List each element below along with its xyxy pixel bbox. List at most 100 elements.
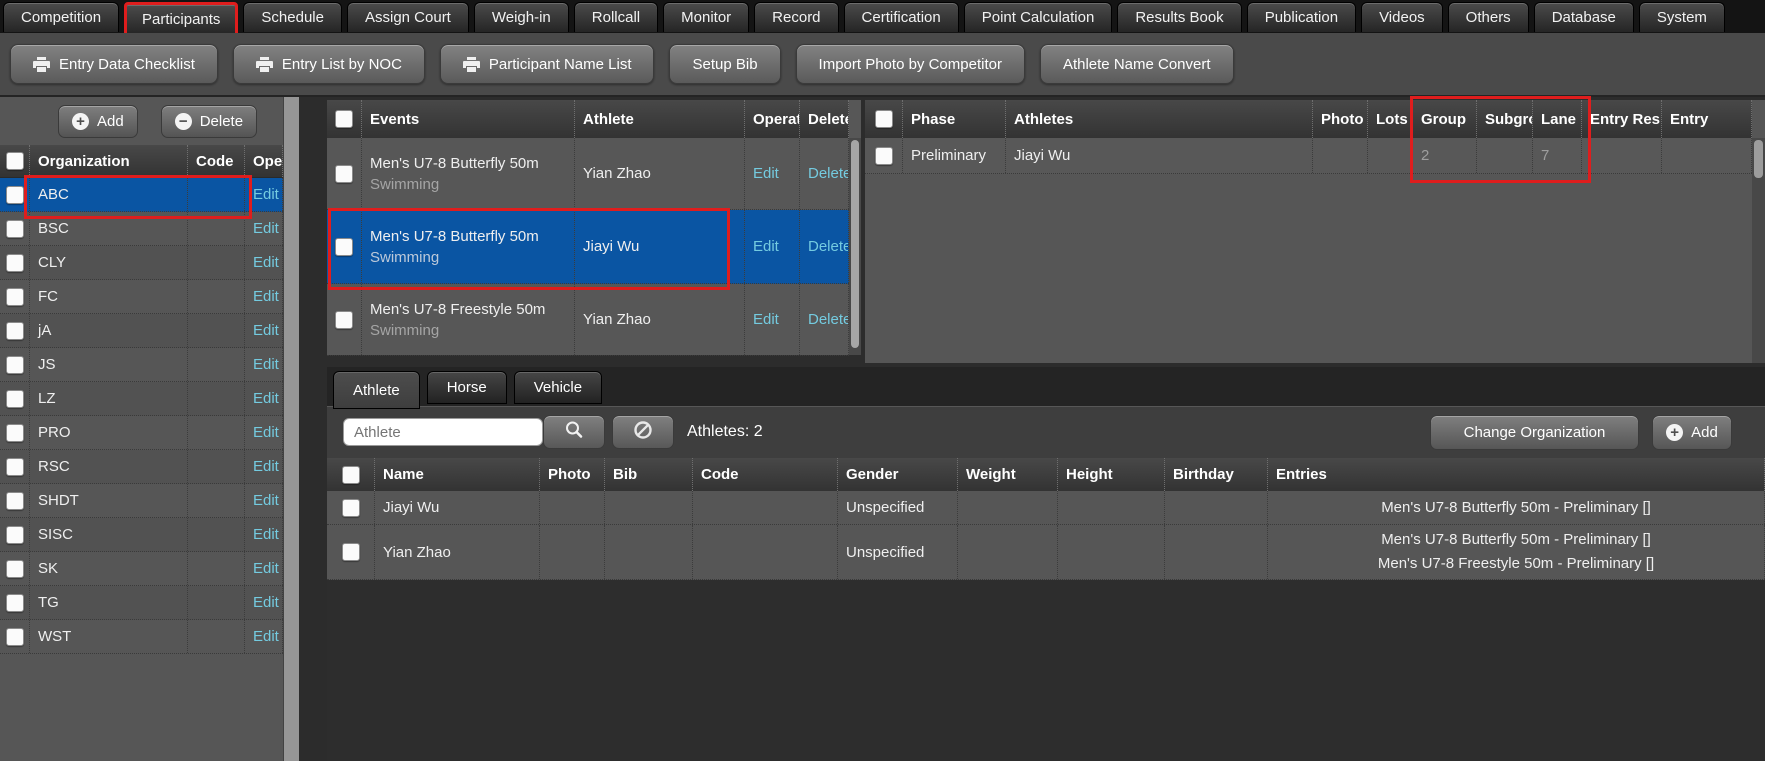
edit-link[interactable]: Edit [753, 311, 779, 328]
org-row-js[interactable]: JS Edit [0, 348, 283, 382]
row-checkbox[interactable] [6, 220, 24, 238]
search-button[interactable] [543, 415, 605, 449]
tab-record[interactable]: Record [754, 2, 838, 32]
scrollbar-thumb[interactable] [851, 140, 859, 348]
row-checkbox[interactable] [335, 165, 353, 183]
org-row-pro[interactable]: PRO Edit [0, 416, 283, 450]
organization-scrollbar[interactable] [283, 97, 299, 761]
scrollbar-thumb[interactable] [1754, 140, 1763, 178]
add-organization-button[interactable]: + Add [58, 105, 138, 138]
select-all-checkbox[interactable] [342, 466, 360, 484]
row-checkbox[interactable] [335, 238, 353, 256]
event-row-selected[interactable]: Men's U7-8 Butterfly 50m Swimming Jiayi … [327, 210, 849, 284]
tab-vehicle[interactable]: Vehicle [514, 371, 602, 404]
row-checkbox[interactable] [342, 499, 360, 517]
row-checkbox[interactable] [875, 147, 893, 165]
row-checkbox[interactable] [6, 254, 24, 272]
tab-athlete[interactable]: Athlete [333, 371, 420, 409]
tab-horse[interactable]: Horse [427, 371, 507, 404]
tab-point-calculation[interactable]: Point Calculation [964, 2, 1113, 32]
tab-participants[interactable]: Participants [124, 2, 238, 33]
edit-link[interactable]: Edit [253, 254, 279, 271]
athlete-name-convert-button[interactable]: Athlete Name Convert [1040, 44, 1234, 84]
select-all-checkbox[interactable] [6, 152, 24, 170]
clear-search-button[interactable] [612, 415, 674, 449]
edit-link[interactable]: Edit [253, 526, 279, 543]
tab-competition[interactable]: Competition [3, 2, 119, 32]
edit-link[interactable]: Edit [253, 628, 279, 645]
row-checkbox[interactable] [342, 543, 360, 561]
org-row-shdt[interactable]: SHDT Edit [0, 484, 283, 518]
entry-list-by-noc-button[interactable]: Entry List by NOC [233, 44, 425, 84]
edit-link[interactable]: Edit [753, 165, 779, 182]
phase-scrollbar[interactable] [1752, 138, 1765, 363]
tab-monitor[interactable]: Monitor [663, 2, 749, 32]
import-photo-by-competitor-button[interactable]: Import Photo by Competitor [796, 44, 1025, 84]
select-all-checkbox[interactable] [875, 110, 893, 128]
event-row[interactable]: Men's U7-8 Freestyle 50m Swimming Yian Z… [327, 284, 849, 356]
tab-others[interactable]: Others [1448, 2, 1529, 32]
participant-name-list-button[interactable]: Participant Name List [440, 44, 655, 84]
org-row-rsc[interactable]: RSC Edit [0, 450, 283, 484]
delete-link[interactable]: Delete [808, 238, 849, 255]
row-checkbox[interactable] [6, 458, 24, 476]
delete-organization-button[interactable]: − Delete [161, 105, 257, 138]
edit-link[interactable]: Edit [253, 356, 279, 373]
org-row-fc[interactable]: FC Edit [0, 280, 283, 314]
athlete-row[interactable]: Yian Zhao Unspecified Men's U7-8 Butterf… [327, 525, 1765, 580]
row-checkbox[interactable] [6, 390, 24, 408]
edit-link[interactable]: Edit [253, 220, 279, 237]
phase-row[interactable]: Preliminary Jiayi Wu 2 7 [865, 138, 1752, 174]
row-checkbox[interactable] [6, 628, 24, 646]
tab-certification[interactable]: Certification [844, 2, 959, 32]
entry-data-checklist-button[interactable]: Entry Data Checklist [10, 44, 218, 84]
edit-link[interactable]: Edit [253, 424, 279, 441]
row-checkbox[interactable] [6, 322, 24, 340]
tab-publication[interactable]: Publication [1247, 2, 1356, 32]
change-organization-button[interactable]: Change Organization [1430, 415, 1639, 450]
setup-bib-button[interactable]: Setup Bib [669, 44, 780, 84]
row-checkbox[interactable] [6, 526, 24, 544]
tab-weigh-in[interactable]: Weigh-in [474, 2, 569, 32]
row-checkbox[interactable] [6, 288, 24, 306]
row-checkbox[interactable] [6, 424, 24, 442]
edit-link[interactable]: Edit [253, 594, 279, 611]
row-checkbox[interactable] [6, 594, 24, 612]
row-checkbox[interactable] [6, 356, 24, 374]
row-checkbox[interactable] [6, 560, 24, 578]
edit-link[interactable]: Edit [253, 186, 279, 203]
add-athlete-button[interactable]: + Add [1652, 415, 1732, 450]
edit-link[interactable]: Edit [253, 458, 279, 475]
event-row[interactable]: Men's U7-8 Butterfly 50m Swimming Yian Z… [327, 138, 849, 210]
org-row-bsc[interactable]: BSC Edit [0, 212, 283, 246]
select-all-checkbox[interactable] [335, 110, 353, 128]
events-scrollbar[interactable] [849, 138, 861, 355]
org-row-sk[interactable]: SK Edit [0, 552, 283, 586]
tab-rollcall[interactable]: Rollcall [574, 2, 658, 32]
row-checkbox[interactable] [335, 311, 353, 329]
org-row-wst[interactable]: WST Edit [0, 620, 283, 654]
row-checkbox[interactable] [6, 186, 24, 204]
tab-results-book[interactable]: Results Book [1117, 2, 1241, 32]
edit-link[interactable]: Edit [753, 238, 779, 255]
org-row-abc[interactable]: ABC Edit [0, 178, 283, 212]
org-row-sisc[interactable]: SISC Edit [0, 518, 283, 552]
tab-schedule[interactable]: Schedule [243, 2, 342, 32]
delete-link[interactable]: Delete [808, 311, 849, 328]
tab-videos[interactable]: Videos [1361, 2, 1443, 32]
edit-link[interactable]: Edit [253, 492, 279, 509]
edit-link[interactable]: Edit [253, 390, 279, 407]
edit-link[interactable]: Edit [253, 560, 279, 577]
edit-link[interactable]: Edit [253, 288, 279, 305]
org-row-tg[interactable]: TG Edit [0, 586, 283, 620]
athlete-search-input[interactable] [343, 418, 543, 446]
tab-system[interactable]: System [1639, 2, 1725, 32]
tab-database[interactable]: Database [1534, 2, 1634, 32]
delete-link[interactable]: Delete [808, 165, 849, 182]
tab-assign-court[interactable]: Assign Court [347, 2, 469, 32]
org-row-ja[interactable]: jA Edit [0, 314, 283, 348]
org-row-cly[interactable]: CLY Edit [0, 246, 283, 280]
row-checkbox[interactable] [6, 492, 24, 510]
athlete-row[interactable]: Jiayi Wu Unspecified Men's U7-8 Butterfl… [327, 491, 1765, 525]
org-row-lz[interactable]: LZ Edit [0, 382, 283, 416]
